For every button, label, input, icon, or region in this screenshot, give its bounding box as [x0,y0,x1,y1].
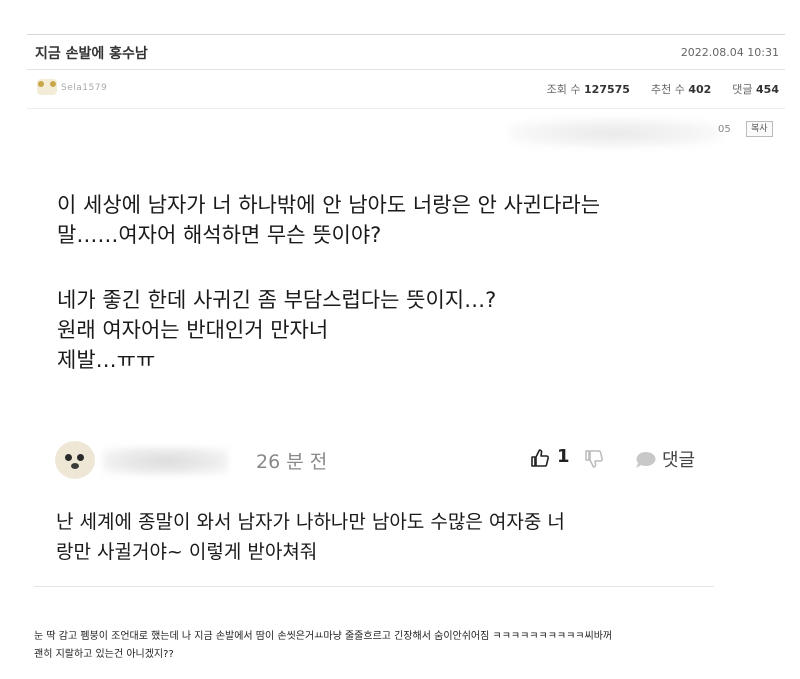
comment-divider [34,586,714,587]
views-count: 127575 [584,83,630,96]
views-label: 조회 수 [546,83,581,96]
like-count: 1 [557,446,570,467]
screenshot-question-line: 말……여자어 해석하면 무슨 뜻이야? [57,223,382,247]
post-meta: Sela1579 조회 수 127575 추천 수 402 댓글 454 [27,70,785,109]
commenter-name-blurred [103,447,228,475]
comments-count: 454 [756,83,779,96]
post-body-line: 눈 딱 감고 펨붕이 조언대로 했는데 나 지금 손발에서 땀이 손씻은거ㅛ마냥… [34,631,613,642]
recommend-count: 402 [688,83,712,96]
comment-text-line: 난 세계에 종말이 와서 남자가 나하나만 남아도 수많은 여자중 너 [56,511,565,533]
screenshot-question-line: 이 세상에 남자가 너 하나밖에 안 남아도 너랑은 안 사귄다라는 [57,193,601,217]
post-body-line: 괜히 지랄하고 있는건 아니겠지?? [34,649,174,660]
post-link-suffix: 05 [718,124,731,135]
thumbs-up-icon[interactable] [530,448,550,468]
copy-link-button[interactable]: 복사 [746,121,773,137]
speech-bubble-icon[interactable] [634,451,656,469]
comments-label: 댓글 [732,83,753,96]
commenter-avatar[interactable] [55,441,95,479]
reply-button[interactable]: 댓글 [662,446,695,472]
post-link-blurred [510,118,720,148]
thumbs-down-icon[interactable] [584,449,604,469]
screenshot-followup-line: 원래 여자어는 반대인거 만자너 [57,318,329,342]
post-header: 지금 손발에 홍수남 2022.08.04 10:31 [27,34,785,70]
screenshot-followup-line: 제발…ㅠㅠ [57,348,156,372]
post-stats: 조회 수 127575 추천 수 402 댓글 454 [547,81,779,97]
recommend-label: 추천 수 [650,83,685,96]
post-title: 지금 손발에 홍수남 [35,46,148,62]
author-avatar-icon[interactable] [37,79,57,95]
screenshot-followup-line: 네가 좋긴 한데 사귀긴 좀 부담스럽다는 뜻이지…? [57,288,497,312]
comment-time: 26 분 전 [256,451,328,473]
author-nick[interactable]: Sela1579 [61,83,107,93]
post-date: 2022.08.04 10:31 [680,46,779,59]
comment-text-line: 랑만 사귈거야~ 이렇게 받아쳐줘 [56,541,318,563]
